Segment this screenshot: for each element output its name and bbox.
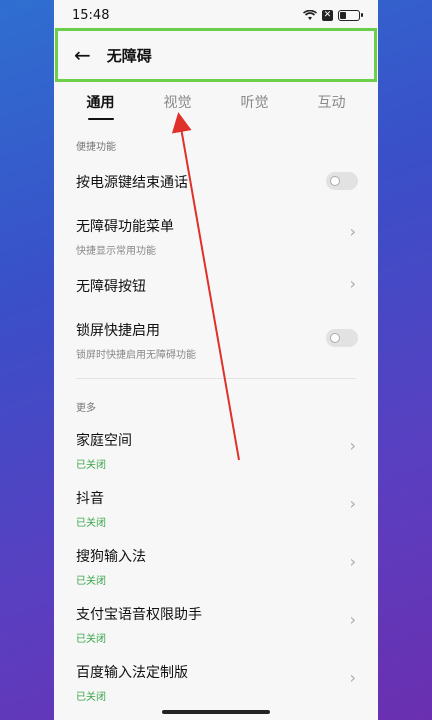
annotation-arrow <box>171 112 240 461</box>
phone-screen: 15:48 ✕ ← 无障碍 通用 视觉 听觉 互动 便捷功能 按电源键结束通话 … <box>54 0 378 720</box>
